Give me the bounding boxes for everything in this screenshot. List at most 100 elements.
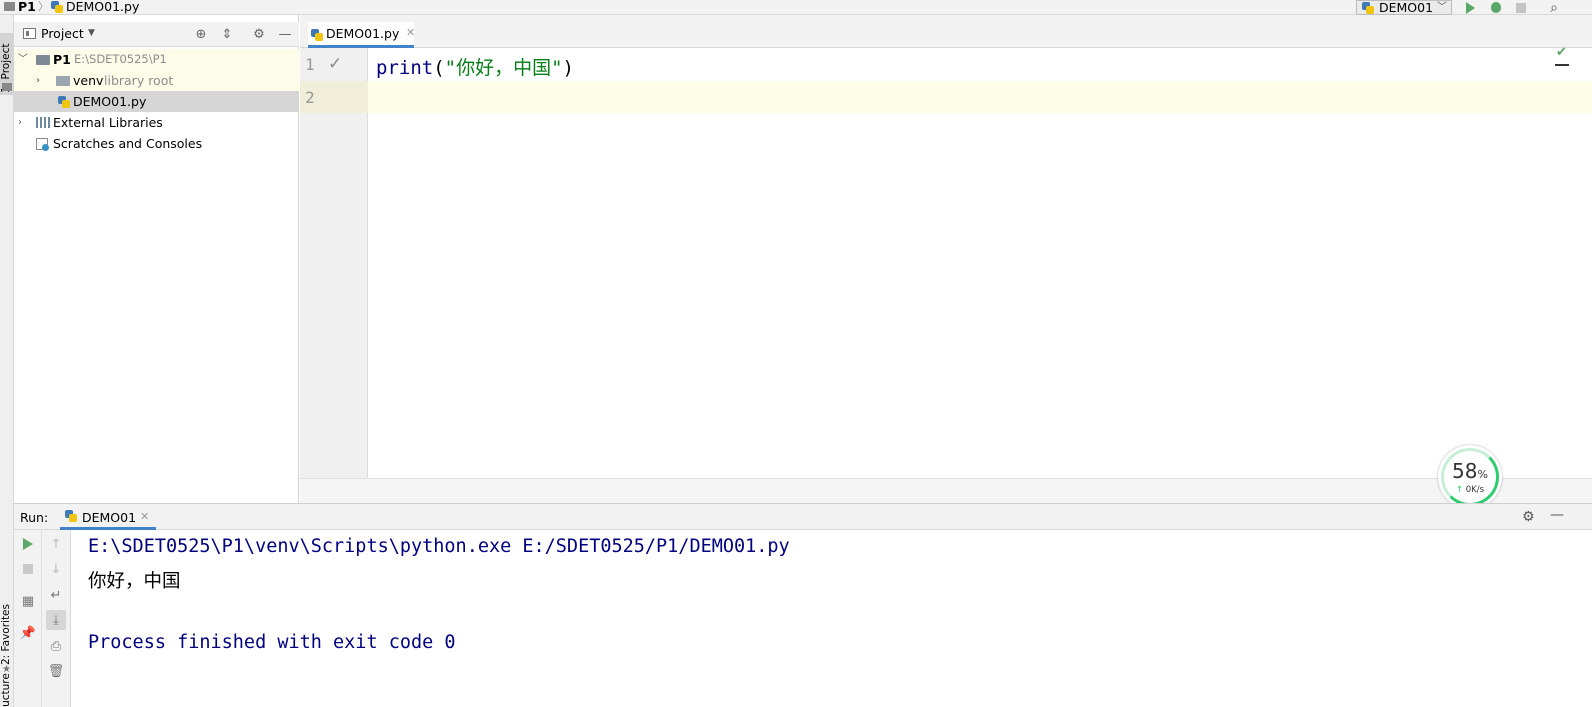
breadcrumb-project[interactable]: P1 [18, 0, 36, 15]
tree-item-root[interactable]: ﹀ P1 E:\SDET0525\P1 [14, 49, 299, 70]
debug-button[interactable] [1488, 0, 1504, 15]
down-stack-button[interactable]: ↓ [46, 559, 66, 579]
pin-tab-button[interactable]: 📌 [18, 623, 38, 643]
line-number: 2 [305, 88, 315, 107]
up-stack-button[interactable]: ↑ [46, 534, 66, 554]
code-editor[interactable]: print("你好，中国") [368, 48, 1592, 478]
run-console[interactable]: E:\SDET0525\P1\venv\Scripts\python.exe E… [71, 530, 1592, 707]
clear-all-button[interactable]: 🗑 [46, 661, 66, 681]
scroll-marker [1555, 64, 1569, 66]
run-toolbar-primary: ▦ 📌 [14, 530, 42, 707]
search-icon: ⌕ [1550, 0, 1558, 16]
play-icon [23, 538, 33, 550]
project-view-icon [23, 28, 36, 39]
tree-item-root-label: P1 [53, 52, 71, 67]
breadcrumb-separator: 〉 [38, 0, 49, 13]
run-panel-header: Run: DEMO01 ✕ ⚙ — [14, 503, 1592, 530]
run-configuration-label: DEMO01 [1379, 0, 1434, 15]
project-panel-header: Project ▼ ⊕ ⇕ ⚙ — [14, 22, 299, 47]
bug-icon [1491, 2, 1501, 13]
code-paren-open: ( [433, 57, 445, 79]
stop-icon [23, 564, 33, 574]
minimize-icon[interactable]: — [1550, 507, 1564, 523]
network-speed-widget: 58% ↑ 0K/s [1438, 445, 1502, 509]
python-file-icon [311, 29, 323, 41]
chevron-right-icon[interactable]: › [18, 112, 28, 133]
editor-tab-bar: DEMO01.py ✕ [300, 15, 1592, 48]
editor-tab-demo01[interactable]: DEMO01.py ✕ [308, 22, 415, 48]
left-tool-stripe: 1: Project 2: Favorites ★ Structure [0, 15, 14, 707]
editor-gutter: 1 ✓ 2 [300, 48, 368, 478]
chevron-right-icon[interactable]: › [36, 70, 46, 91]
layout-icon: ▦ [21, 593, 35, 609]
console-exit-line: Process finished with exit code 0 [88, 632, 456, 653]
tree-item-venv-note: library root [104, 73, 174, 88]
project-view-select[interactable]: Project [41, 26, 84, 41]
library-icon [36, 117, 50, 128]
scratches-icon [36, 138, 49, 151]
python-icon [65, 510, 77, 522]
run-configuration-select[interactable]: DEMO01 ﹀ [1356, 0, 1452, 15]
run-panel-label: Run: [20, 510, 49, 525]
folder-icon [56, 76, 70, 86]
gear-icon[interactable]: ⚙ [251, 26, 267, 42]
tree-item-external-libraries[interactable]: › External Libraries [14, 112, 299, 133]
arrow-down-icon: ↓ [50, 561, 62, 577]
code-line-1[interactable]: print("你好，中国") [376, 53, 574, 80]
soft-wrap-button[interactable]: ↵ [46, 585, 66, 605]
trash-icon: 🗑 [47, 663, 65, 679]
network-percent-unit: % [1477, 468, 1488, 481]
arrow-up-icon: ↑ [50, 536, 62, 552]
tree-item-scratches[interactable]: Scratches and Consoles [14, 133, 299, 154]
navigation-bar: P1 〉 DEMO01.py DEMO01 ﹀ ⌕ [0, 0, 1592, 15]
run-button[interactable] [1462, 0, 1478, 15]
network-speed: ↑ 0K/s [1438, 485, 1502, 495]
print-button[interactable]: ⎙ [46, 636, 66, 656]
line-number: 1 [305, 55, 315, 74]
editor-horizontal-scrollbar[interactable] [300, 478, 1592, 503]
code-function-name: print [376, 57, 434, 79]
close-icon[interactable]: ✕ [140, 510, 149, 523]
minimize-icon[interactable]: — [277, 26, 293, 42]
run-tab-demo01[interactable]: DEMO01 ✕ [60, 504, 156, 530]
inspection-ok-icon[interactable]: ✔ [1556, 45, 1567, 60]
play-icon [1465, 1, 1475, 14]
stop-button[interactable] [1513, 0, 1529, 15]
breadcrumb-file[interactable]: DEMO01.py [66, 0, 139, 15]
search-everywhere-button[interactable]: ⌕ [1546, 0, 1562, 15]
python-icon [1362, 2, 1374, 14]
project-tree: ﹀ P1 E:\SDET0525\P1 › venv library root … [14, 49, 299, 154]
folder-icon [4, 2, 15, 11]
tree-item-venv[interactable]: › venv library root [14, 70, 299, 91]
print-icon: ⎙ [50, 638, 62, 654]
locate-icon[interactable]: ⊕ [193, 26, 209, 42]
tree-item-venv-label: venv [73, 73, 104, 88]
caret-down-icon[interactable]: ▼ [88, 28, 95, 38]
tree-item-external-libraries-label: External Libraries [53, 115, 163, 130]
tree-item-root-path: E:\SDET0525\P1 [74, 52, 167, 66]
tree-item-scratches-label: Scratches and Consoles [53, 136, 203, 151]
run-tab-label: DEMO01 [82, 510, 137, 525]
close-icon[interactable]: ✕ [406, 26, 415, 39]
folder-icon [36, 55, 50, 65]
chevron-down-icon[interactable]: ﹀ [18, 49, 28, 70]
layout-button[interactable]: ▦ [18, 591, 38, 611]
tool-tab-structure[interactable]: Structure [0, 673, 14, 707]
tree-item-file[interactable]: DEMO01.py [14, 91, 299, 112]
arrow-up-icon: ↑ [1455, 485, 1464, 495]
scroll-to-end-button[interactable]: ⤓ [46, 610, 66, 630]
tool-tab-favorites[interactable]: 2: Favorites [0, 595, 14, 665]
network-percent: 58% [1438, 459, 1502, 483]
current-line-highlight [368, 81, 1592, 113]
stop-button[interactable] [18, 559, 38, 579]
python-file-icon [58, 96, 70, 108]
gear-icon[interactable]: ⚙ [1522, 509, 1535, 525]
stop-icon [1516, 2, 1526, 13]
rerun-button[interactable] [18, 534, 38, 554]
console-command-line: E:\SDET0525\P1\venv\Scripts\python.exe E… [88, 536, 790, 557]
code-paren-close: ) [562, 57, 574, 79]
python-file-icon [51, 1, 63, 13]
collapse-all-icon[interactable]: ⇕ [219, 26, 235, 42]
code-string-literal: "你好，中国" [444, 57, 563, 79]
editor-tab-label: DEMO01.py [326, 26, 400, 41]
